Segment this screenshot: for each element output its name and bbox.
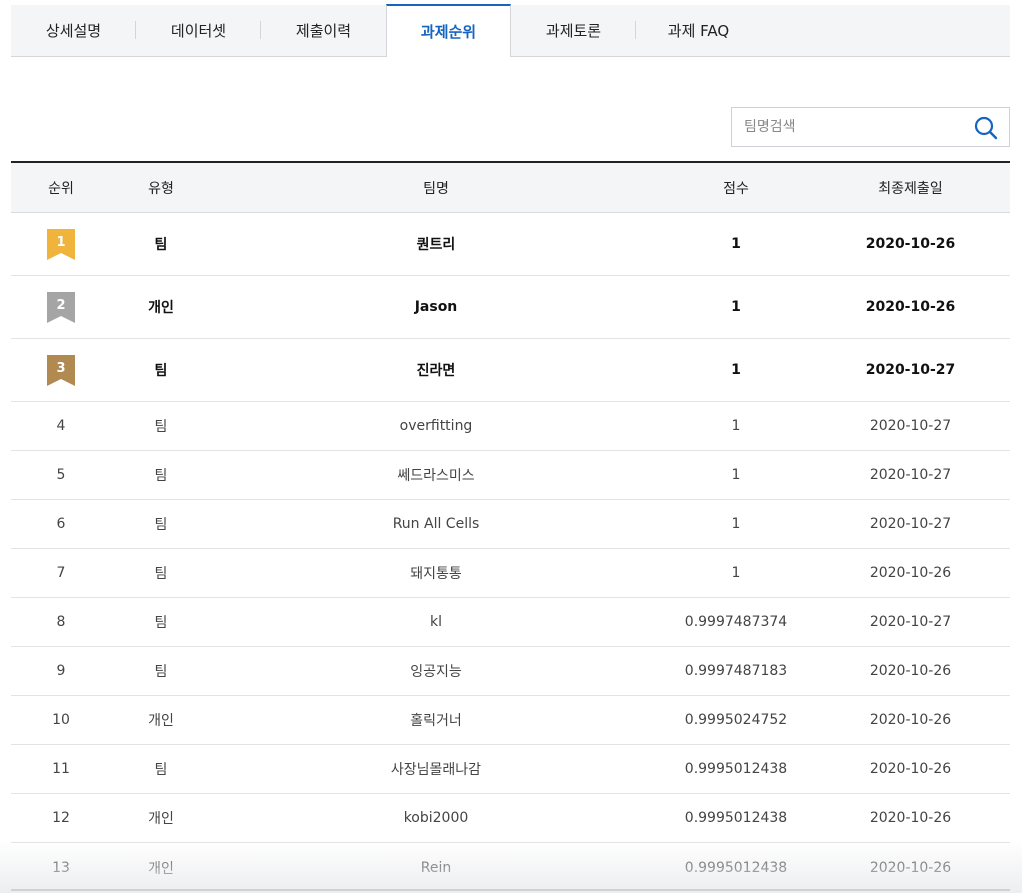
table-header: 순위 유형 팀명 점수 최종제출일 bbox=[11, 163, 1010, 213]
rank-cell: 12 bbox=[52, 810, 70, 826]
team-cell: 퀀트리 bbox=[416, 237, 456, 253]
team-cell: kobi2000 bbox=[403, 810, 469, 826]
header-score: 점수 bbox=[723, 180, 749, 197]
table-row: 4 팀 overfitting 1 2020-10-27 bbox=[11, 402, 1010, 451]
tab-dataset[interactable]: 데이터셋 bbox=[136, 5, 261, 56]
divider bbox=[11, 889, 1010, 891]
score-cell: 1 bbox=[731, 236, 741, 252]
type-cell: 팀 bbox=[154, 237, 168, 253]
team-search-input[interactable] bbox=[732, 108, 962, 146]
date-cell: 2020-10-26 bbox=[869, 663, 952, 679]
date-cell: 2020-10-26 bbox=[869, 565, 952, 581]
team-cell: overfitting bbox=[399, 418, 473, 434]
score-cell: 0.9995012438 bbox=[684, 859, 788, 876]
team-cell: Rein bbox=[420, 859, 452, 876]
table-row: 11 팀 사장님몰래나감 0.9995012438 2020-10-26 bbox=[11, 745, 1010, 794]
date-cell: 2020-10-26 bbox=[869, 761, 952, 777]
team-cell: 돼지통통 bbox=[410, 566, 462, 582]
header-team: 팀명 bbox=[423, 180, 449, 197]
team-cell: 진라면 bbox=[416, 363, 456, 379]
score-cell: 0.9995012438 bbox=[684, 810, 788, 826]
tab-details[interactable]: 상세설명 bbox=[11, 5, 136, 56]
type-cell: 개인 bbox=[148, 811, 174, 827]
type-cell: 팀 bbox=[154, 566, 168, 582]
tab-submissions[interactable]: 제출이력 bbox=[261, 5, 386, 56]
score-cell: 1 bbox=[731, 299, 741, 315]
type-cell: 개인 bbox=[148, 713, 174, 729]
rank-cell: 4 bbox=[56, 418, 66, 434]
type-cell: 팀 bbox=[154, 419, 168, 435]
team-cell: Jason bbox=[414, 299, 458, 315]
table-row: 12 개인 kobi2000 0.9995012438 2020-10-26 bbox=[11, 794, 1010, 843]
score-cell: 1 bbox=[731, 565, 741, 581]
team-cell: Run All Cells bbox=[392, 516, 480, 532]
team-cell: 쎄드라스미스 bbox=[397, 468, 475, 484]
type-cell: 팀 bbox=[154, 468, 168, 484]
date-cell: 2020-10-26 bbox=[869, 810, 952, 826]
tab-leaderboard[interactable]: 과제순위 bbox=[386, 4, 511, 57]
date-cell: 2020-10-26 bbox=[865, 299, 956, 315]
rank-number: 2 bbox=[56, 297, 66, 313]
date-cell: 2020-10-27 bbox=[865, 362, 956, 378]
tab-discussion[interactable]: 과제토론 bbox=[511, 5, 636, 56]
rank-cell: 10 bbox=[52, 712, 70, 728]
table-row: 8 팀 kl 0.9997487374 2020-10-27 bbox=[11, 598, 1010, 647]
type-cell: 팀 bbox=[154, 762, 168, 778]
table-row: 3 팀 진라면 1 2020-10-27 bbox=[11, 339, 1010, 402]
rank-cell: 6 bbox=[56, 516, 66, 532]
table-row: 2 개인 Jason 1 2020-10-26 bbox=[11, 276, 1010, 339]
table-row: 6 팀 Run All Cells 1 2020-10-27 bbox=[11, 500, 1010, 549]
type-cell: 팀 bbox=[154, 363, 168, 379]
rank-cell: 11 bbox=[52, 761, 70, 777]
table-row: 5 팀 쎄드라스미스 1 2020-10-27 bbox=[11, 451, 1010, 500]
rank-cell: 7 bbox=[56, 565, 66, 581]
search-icon[interactable] bbox=[973, 115, 999, 141]
score-cell: 0.9997487183 bbox=[684, 663, 788, 679]
rank-number: 1 bbox=[56, 234, 66, 250]
score-cell: 0.9995012438 bbox=[684, 761, 788, 777]
team-cell: kl bbox=[430, 614, 442, 630]
score-cell: 0.9995024752 bbox=[684, 712, 788, 728]
team-cell: 잉공지능 bbox=[410, 664, 462, 680]
rank-number: 3 bbox=[56, 360, 66, 376]
header-rank: 순위 bbox=[48, 180, 74, 197]
date-cell: 2020-10-26 bbox=[869, 859, 952, 876]
table-row: 10 개인 홀릭거너 0.9995024752 2020-10-26 bbox=[11, 696, 1010, 745]
table-row: 9 팀 잉공지능 0.9997487183 2020-10-26 bbox=[11, 647, 1010, 696]
date-cell: 2020-10-27 bbox=[869, 467, 952, 483]
header-type: 유형 bbox=[148, 180, 174, 197]
rank-cell: 8 bbox=[56, 614, 66, 630]
type-cell: 개인 bbox=[148, 300, 174, 316]
date-cell: 2020-10-27 bbox=[869, 516, 952, 532]
type-cell: 팀 bbox=[154, 615, 168, 631]
rank-cell: 9 bbox=[56, 663, 66, 679]
team-search-box bbox=[731, 107, 1010, 147]
date-cell: 2020-10-26 bbox=[869, 712, 952, 728]
type-cell: 팀 bbox=[154, 517, 168, 533]
team-cell: 사장님몰래나감 bbox=[390, 762, 482, 778]
score-cell: 1 bbox=[731, 362, 741, 378]
gold-medal-icon: 1 bbox=[47, 228, 75, 260]
score-cell: 1 bbox=[731, 467, 741, 483]
leaderboard-table: 순위 유형 팀명 점수 최종제출일 1 팀 퀀트리 1 2020-10-26 2… bbox=[11, 161, 1010, 892]
silver-medal-icon: 2 bbox=[47, 291, 75, 323]
table-row: 13 개인 Rein 0.9995012438 2020-10-26 bbox=[11, 843, 1010, 892]
type-cell: 팀 bbox=[154, 664, 168, 680]
tab-faq[interactable]: 과제 FAQ bbox=[636, 5, 761, 56]
rank-cell: 13 bbox=[52, 859, 70, 876]
rank-cell: 5 bbox=[56, 467, 66, 483]
score-cell: 1 bbox=[731, 418, 741, 434]
score-cell: 1 bbox=[731, 516, 741, 532]
table-row: 7 팀 돼지통통 1 2020-10-26 bbox=[11, 549, 1010, 598]
date-cell: 2020-10-27 bbox=[869, 418, 952, 434]
header-date: 최종제출일 bbox=[878, 180, 943, 197]
date-cell: 2020-10-27 bbox=[869, 614, 952, 630]
team-cell: 홀릭거너 bbox=[410, 713, 462, 729]
bronze-medal-icon: 3 bbox=[47, 354, 75, 386]
table-row: 1 팀 퀀트리 1 2020-10-26 bbox=[11, 213, 1010, 276]
type-cell: 개인 bbox=[148, 860, 174, 877]
score-cell: 0.9997487374 bbox=[684, 614, 788, 630]
tab-bar: 상세설명 데이터셋 제출이력 과제순위 과제토론 과제 FAQ bbox=[11, 4, 1010, 57]
date-cell: 2020-10-26 bbox=[865, 236, 956, 252]
